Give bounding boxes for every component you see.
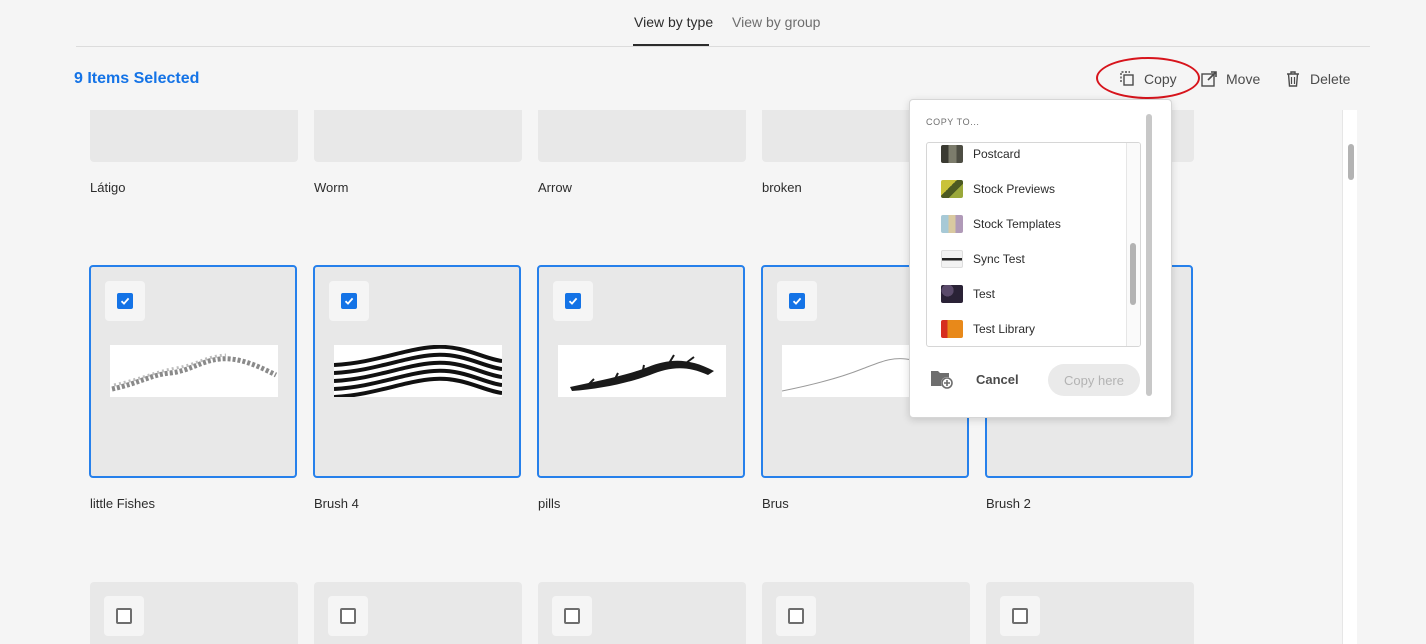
selection-checkbox[interactable] — [117, 293, 133, 309]
new-folder-button[interactable] — [930, 368, 954, 395]
library-item-stock-templates[interactable]: Stock Templates — [927, 206, 1127, 241]
brush-card[interactable] — [762, 582, 970, 644]
move-button[interactable]: Move — [1200, 70, 1260, 88]
checkbox-container — [105, 281, 145, 321]
selection-checkbox[interactable] — [340, 608, 356, 624]
checkmark-icon — [568, 297, 578, 305]
checkbox-container — [1000, 596, 1040, 636]
delete-label: Delete — [1310, 71, 1351, 87]
brush-preview — [110, 345, 278, 397]
library-item-sync-test[interactable]: Sync Test — [927, 241, 1127, 276]
library-item-postcard[interactable]: Postcard — [927, 143, 1127, 171]
card-label: Arrow — [538, 180, 572, 195]
page-scrollbar[interactable] — [1342, 110, 1357, 644]
library-thumbnail-icon — [941, 284, 963, 303]
copy-to-popover: COPY TO... Postcard Stock Previews Stock… — [909, 99, 1172, 418]
checkbox-container — [328, 596, 368, 636]
selection-checkbox[interactable] — [788, 608, 804, 624]
checkbox-container — [104, 596, 144, 636]
brush-card[interactable] — [314, 110, 522, 162]
selection-checkbox[interactable] — [116, 608, 132, 624]
folder-add-icon — [931, 371, 953, 389]
card-label: little Fishes — [90, 496, 156, 511]
card-label: Brush 2 — [986, 496, 1031, 511]
brush-preview — [334, 345, 502, 397]
card-label: pills — [538, 496, 561, 511]
brush-card[interactable] — [90, 110, 298, 162]
brush-card[interactable] — [986, 582, 1194, 644]
selection-checkbox[interactable] — [1012, 608, 1028, 624]
library-thumbnail-icon — [941, 144, 963, 163]
library-item-test[interactable]: Test — [927, 276, 1127, 311]
library-list: Postcard Stock Previews Stock Templates … — [926, 142, 1141, 347]
library-item-test-library[interactable]: Test Library — [927, 311, 1127, 346]
checkbox-container — [552, 596, 592, 636]
brush-card[interactable] — [313, 265, 521, 478]
copy-here-button[interactable]: Copy here — [1048, 364, 1140, 396]
tab-view-by-type[interactable]: View by type — [634, 14, 713, 30]
brush-card[interactable] — [538, 110, 746, 162]
brush-card[interactable] — [90, 582, 298, 644]
checkbox-container — [776, 596, 816, 636]
move-icon — [1200, 70, 1218, 88]
cancel-button[interactable]: Cancel — [976, 372, 1019, 387]
library-thumbnail-icon — [941, 214, 963, 233]
brush-card[interactable] — [89, 265, 297, 478]
trash-icon — [1284, 70, 1302, 88]
card-label: Brus — [762, 496, 789, 511]
card-label: Worm — [314, 180, 349, 195]
selection-checkbox[interactable] — [789, 293, 805, 309]
copy-highlight-circle — [1096, 57, 1200, 99]
brush-card[interactable] — [314, 582, 522, 644]
popover-title: COPY TO... — [926, 117, 980, 127]
active-tab-indicator — [633, 44, 709, 46]
checkbox-container — [553, 281, 593, 321]
library-thumbnail-icon — [941, 179, 963, 198]
selection-checkbox[interactable] — [341, 293, 357, 309]
checkmark-icon — [792, 297, 802, 305]
library-list-scrollbar[interactable] — [1126, 143, 1140, 346]
library-thumbnail-icon — [941, 249, 963, 268]
move-label: Move — [1226, 71, 1261, 87]
library-list-scrollbar-thumb[interactable] — [1130, 243, 1136, 305]
brush-card[interactable] — [537, 265, 745, 478]
brush-card[interactable] — [538, 582, 746, 644]
selected-count: 9 Items Selected — [74, 70, 200, 87]
popover-scrollbar[interactable] — [1146, 114, 1152, 396]
selection-checkbox[interactable] — [564, 608, 580, 624]
card-label: broken — [762, 180, 802, 195]
card-label: Brush 4 — [314, 496, 359, 511]
checkmark-icon — [344, 297, 354, 305]
view-tabs: View by type View by group — [76, 0, 1370, 47]
selection-checkbox[interactable] — [565, 293, 581, 309]
tab-view-by-group[interactable]: View by group — [732, 14, 820, 30]
delete-button[interactable]: Delete — [1284, 70, 1350, 88]
library-item-stock-previews[interactable]: Stock Previews — [927, 171, 1127, 206]
page-scrollbar-thumb[interactable] — [1348, 144, 1354, 180]
library-thumbnail-icon — [941, 319, 963, 338]
checkbox-container — [777, 281, 817, 321]
card-label: Látigo — [90, 180, 126, 195]
checkmark-icon — [120, 297, 130, 305]
checkbox-container — [329, 281, 369, 321]
brush-preview — [558, 345, 726, 397]
